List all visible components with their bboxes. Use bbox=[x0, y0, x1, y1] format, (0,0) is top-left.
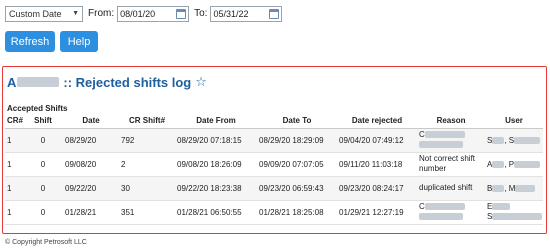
cell-user: B, M bbox=[485, 176, 543, 201]
table-row[interactable]: 1 0 01/28/21 351 01/28/21 06:50:55 01/28… bbox=[5, 200, 543, 225]
col-date-to: Date To bbox=[257, 114, 338, 129]
copyright-footer: © Copyright Petrosoft LLC bbox=[5, 239, 87, 246]
cell-reason: C bbox=[417, 200, 486, 225]
cell-user: S, S bbox=[485, 128, 543, 153]
cell-date: 08/29/20 bbox=[63, 128, 120, 153]
cell-reason: C bbox=[417, 128, 486, 153]
redacted-text bbox=[419, 213, 464, 221]
help-button[interactable]: Help bbox=[60, 31, 98, 52]
redacted-name bbox=[17, 77, 60, 87]
col-date-from: Date From bbox=[175, 114, 258, 129]
redacted-text bbox=[515, 184, 536, 192]
redacted-text bbox=[514, 160, 541, 168]
cell-cr-shift: 792 bbox=[119, 128, 176, 153]
user-last: , P bbox=[504, 159, 515, 169]
redacted-text bbox=[492, 184, 505, 192]
table-header-row: CR# Shift Date CR Shift# Date From Date … bbox=[5, 114, 543, 129]
cell-cr-shift: 351 bbox=[119, 200, 176, 225]
cell-cr-shift: 2 bbox=[119, 152, 176, 177]
col-user: User bbox=[485, 114, 543, 129]
from-date-value: 08/01/20 bbox=[120, 8, 156, 19]
reason-prefix: C bbox=[419, 130, 425, 139]
cell-date-to: 08/29/20 18:29:09 bbox=[257, 128, 338, 153]
calendar-icon[interactable] bbox=[269, 8, 280, 19]
cell-reason: Not correct shift number bbox=[417, 152, 486, 177]
report-title: A :: Rejected shifts log ☆ bbox=[7, 74, 207, 90]
title-suffix: :: Rejected shifts log bbox=[63, 74, 192, 90]
report-panel: A :: Rejected shifts log ☆ Accepted Shif… bbox=[2, 66, 547, 234]
redacted-text bbox=[419, 141, 464, 149]
cell-date-to: 01/28/21 18:25:08 bbox=[257, 200, 338, 225]
to-label: To: bbox=[194, 8, 208, 19]
cell-cr: 1 bbox=[5, 200, 24, 225]
rejected-shifts-table: CR# Shift Date CR Shift# Date From Date … bbox=[5, 114, 543, 225]
user-last: , S bbox=[504, 135, 515, 145]
redacted-text bbox=[514, 136, 541, 144]
star-icon[interactable]: ☆ bbox=[195, 74, 207, 90]
cell-date-to: 09/23/20 06:59:43 bbox=[257, 176, 338, 201]
user-last: , M bbox=[504, 183, 516, 193]
cell-date-from: 09/22/20 18:23:38 bbox=[175, 176, 258, 201]
reason-prefix: C bbox=[419, 202, 425, 211]
cell-date-from: 08/29/20 07:18:15 bbox=[175, 128, 258, 153]
from-label: From: bbox=[88, 8, 115, 19]
calendar-icon[interactable] bbox=[176, 8, 187, 19]
cell-cr-shift: 30 bbox=[119, 176, 176, 201]
redacted-text bbox=[424, 203, 465, 211]
section-title: Accepted Shifts bbox=[7, 104, 68, 113]
refresh-button[interactable]: Refresh bbox=[5, 31, 55, 52]
redacted-text bbox=[492, 136, 505, 144]
cell-date-rejected: 09/23/20 08:24:17 bbox=[337, 176, 418, 201]
title-initial: A bbox=[7, 74, 17, 90]
to-date-field[interactable]: 05/31/22 bbox=[210, 5, 283, 22]
col-cr-shift: CR Shift# bbox=[119, 114, 176, 129]
period-select[interactable]: Custom Date ▼ bbox=[5, 5, 83, 22]
period-select-value: Custom Date bbox=[9, 8, 62, 19]
cell-shift: 0 bbox=[23, 200, 64, 225]
cell-shift: 0 bbox=[23, 128, 64, 153]
cell-date: 09/08/20 bbox=[63, 152, 120, 177]
cell-date-rejected: 01/29/21 12:27:19 bbox=[337, 200, 418, 225]
reason-text: Not correct shift number bbox=[419, 154, 476, 173]
cell-date-rejected: 09/04/20 07:49:12 bbox=[337, 128, 418, 153]
cell-date-from: 09/08/20 18:26:09 bbox=[175, 152, 258, 177]
col-cr: CR# bbox=[5, 114, 24, 129]
redacted-text bbox=[424, 131, 465, 139]
table-row[interactable]: 1 0 08/29/20 792 08/29/20 07:18:15 08/29… bbox=[5, 128, 543, 153]
chevron-down-icon: ▼ bbox=[72, 10, 79, 17]
table-row[interactable]: 1 0 09/22/20 30 09/22/20 18:23:38 09/23/… bbox=[5, 176, 543, 201]
cell-cr: 1 bbox=[5, 128, 24, 153]
action-buttons: Refresh Help bbox=[5, 31, 98, 52]
col-date-rejected: Date rejected bbox=[337, 114, 418, 129]
cell-shift: 0 bbox=[23, 176, 64, 201]
cell-shift: 0 bbox=[23, 152, 64, 177]
cell-user: E S bbox=[485, 200, 543, 225]
cell-user: A, P bbox=[485, 152, 543, 177]
cell-reason: duplicated shift bbox=[417, 176, 486, 201]
redacted-text bbox=[492, 213, 543, 221]
cell-date: 01/28/21 bbox=[63, 200, 120, 225]
from-date-field[interactable]: 08/01/20 bbox=[117, 5, 190, 22]
cell-cr: 1 bbox=[5, 176, 24, 201]
filter-bar: Custom Date ▼ From: 08/01/20 To: 05/31/2… bbox=[5, 5, 283, 22]
col-shift: Shift bbox=[23, 114, 64, 129]
to-date-value: 05/31/22 bbox=[213, 8, 249, 19]
table-row[interactable]: 1 0 09/08/20 2 09/08/20 18:26:09 09/09/2… bbox=[5, 152, 543, 177]
reason-text: duplicated shift bbox=[419, 183, 473, 192]
col-reason: Reason bbox=[417, 114, 486, 129]
col-date: Date bbox=[63, 114, 120, 129]
redacted-text bbox=[492, 203, 511, 211]
cell-cr: 1 bbox=[5, 152, 24, 177]
cell-date-from: 01/28/21 06:50:55 bbox=[175, 200, 258, 225]
cell-date-to: 09/09/20 07:07:05 bbox=[257, 152, 338, 177]
cell-date-rejected: 09/11/20 11:03:18 bbox=[337, 152, 418, 177]
cell-date: 09/22/20 bbox=[63, 176, 120, 201]
redacted-text bbox=[492, 160, 505, 168]
